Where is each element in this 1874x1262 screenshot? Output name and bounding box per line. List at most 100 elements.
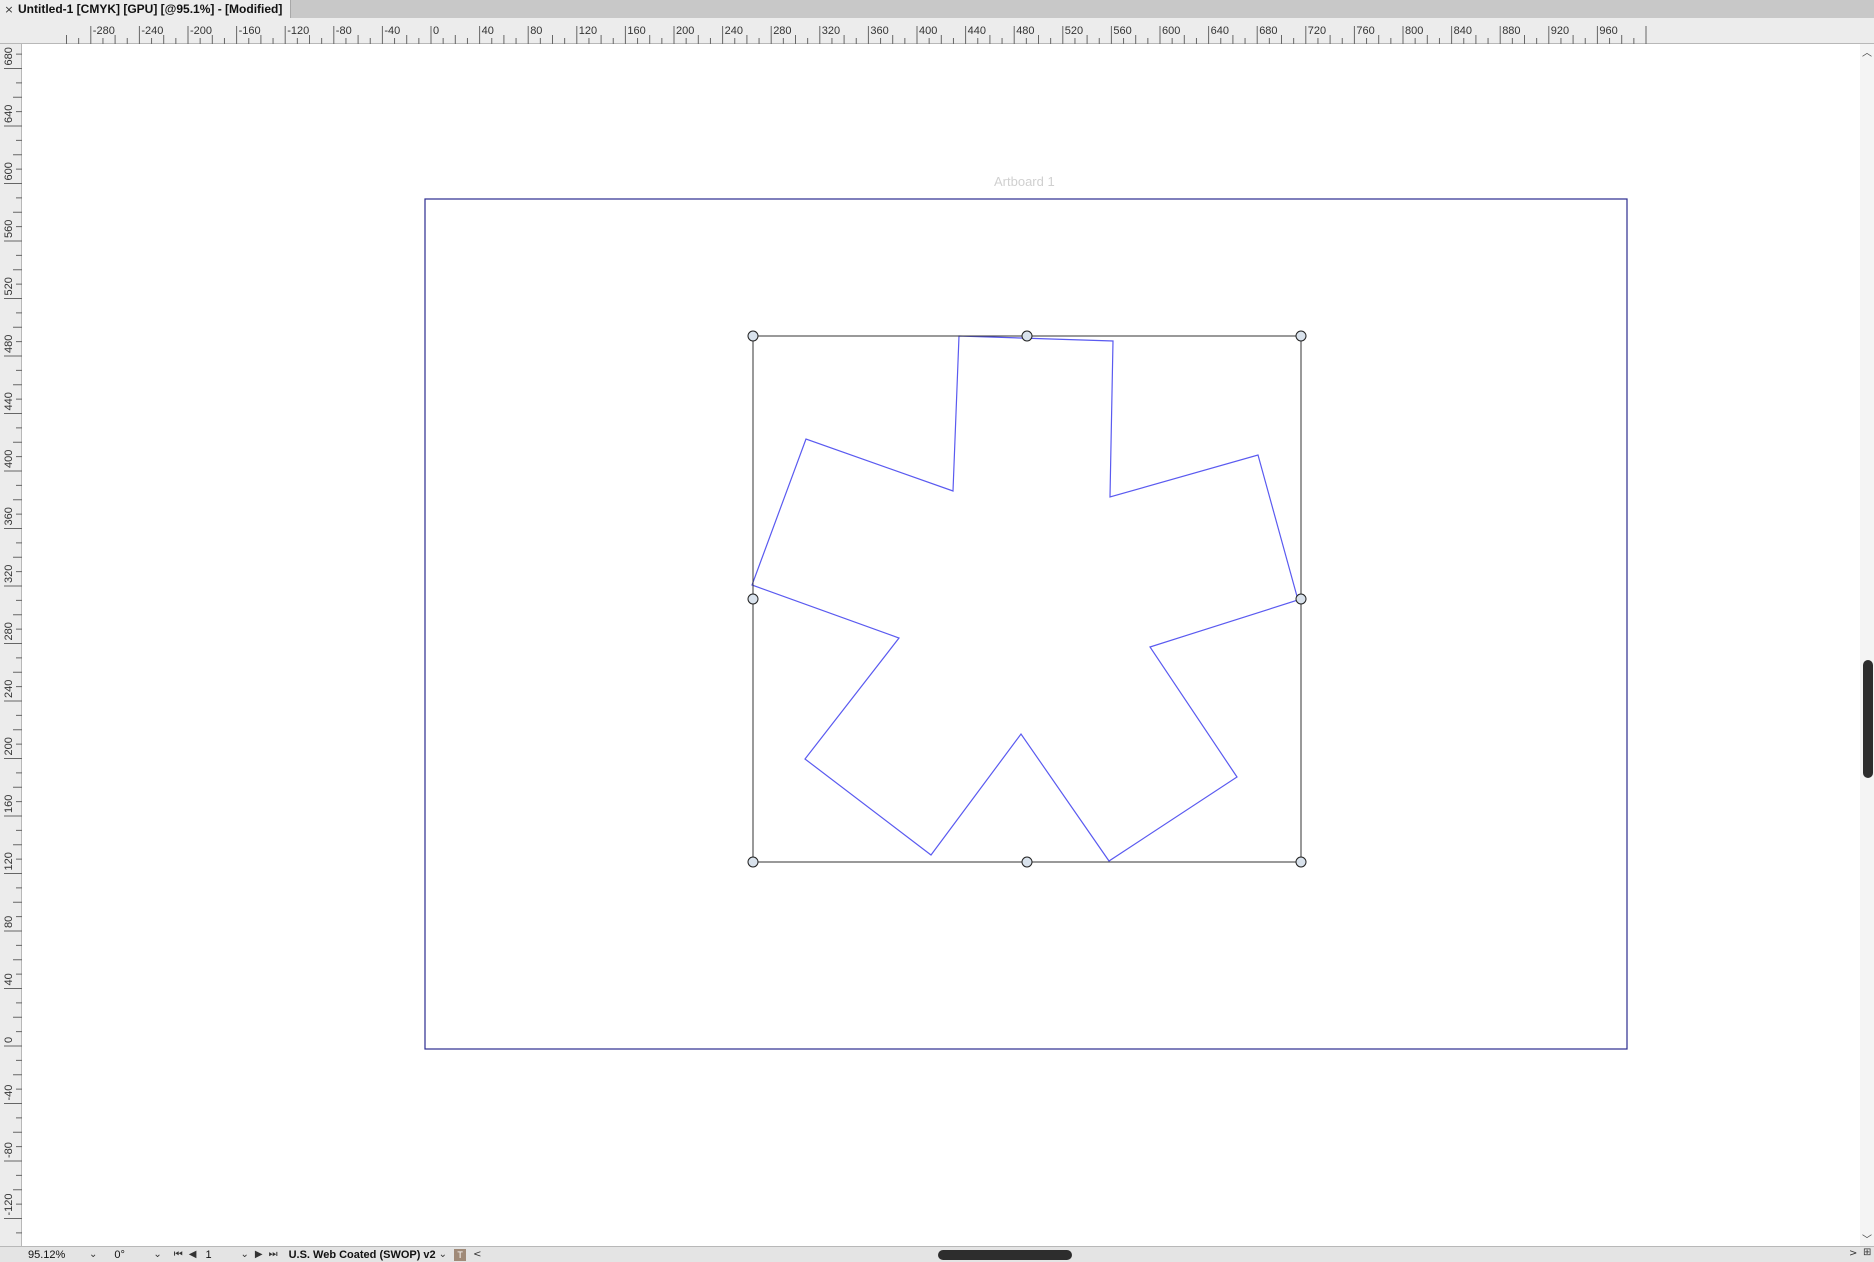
selection-bounding-box[interactable] xyxy=(752,335,1302,863)
ruler-label: 80 xyxy=(3,916,15,928)
ruler-label: 600 xyxy=(3,162,15,180)
ruler-label: 160 xyxy=(627,25,645,37)
handle-top-right[interactable] xyxy=(1295,330,1307,342)
ruler-label: 120 xyxy=(3,852,15,870)
handle-bottom-center[interactable] xyxy=(1021,856,1033,868)
color-profile[interactable]: U.S. Web Coated (SWOP) v2 xyxy=(289,1249,436,1261)
vertical-ruler-ticks: 6806406005605204804404003603202802402001… xyxy=(3,47,22,1234)
ruler-label: 680 xyxy=(1259,25,1277,37)
ruler-label: 360 xyxy=(3,507,15,525)
page-dropdown-icon[interactable]: ⌄ xyxy=(237,1249,251,1260)
ruler-label: 80 xyxy=(530,25,542,37)
canvas-svg xyxy=(424,198,1628,1050)
ruler-label: 160 xyxy=(3,795,15,813)
artboard-label: Artboard 1 xyxy=(994,174,1055,189)
ruler-label: 640 xyxy=(1211,25,1229,37)
ruler-label: 680 xyxy=(3,47,15,65)
document-tab[interactable]: × Untitled-1 [CMYK] [GPU] [@95.1%] - [Mo… xyxy=(0,0,292,18)
ruler-label: 320 xyxy=(822,25,840,37)
ruler-label: 200 xyxy=(3,737,15,755)
scroll-down-icon[interactable]: ﹀ xyxy=(1862,1231,1872,1246)
ruler-label: 640 xyxy=(3,105,15,123)
rotation-value: 0° xyxy=(114,1248,125,1261)
ruler-label: 720 xyxy=(1308,25,1326,37)
vertical-scroll-thumb[interactable] xyxy=(1863,660,1873,778)
artboard-frame[interactable] xyxy=(424,198,1628,1050)
profile-dropdown-icon[interactable]: ⌄ xyxy=(436,1249,450,1260)
scroll-right-icon[interactable]: > xyxy=(1846,1248,1860,1259)
ruler-label: -120 xyxy=(3,1193,15,1215)
ruler-label: 920 xyxy=(1551,25,1569,37)
ruler-label: 240 xyxy=(725,25,743,37)
ruler-label: 280 xyxy=(773,25,791,37)
ruler-label: 960 xyxy=(1599,25,1617,37)
ruler-label: 480 xyxy=(3,335,15,353)
navigator-corner-icon[interactable]: ⊞ xyxy=(1860,1247,1874,1258)
zoom-value: 95.12% xyxy=(28,1248,66,1261)
ruler-label: -40 xyxy=(3,1085,15,1101)
vertical-ruler[interactable]: 680 640 600 560 520 480 440 400 360 320 280 240 200 1… xyxy=(0,44,22,1246)
ruler-label: 40 xyxy=(3,973,15,985)
color-profile-label: U.S. Web Coated (SWOP) v2 xyxy=(288,1248,436,1261)
ruler-label: 360 xyxy=(870,25,888,37)
ruler-label: 0 xyxy=(3,1037,15,1043)
next-page-icon[interactable]: ▶ xyxy=(252,1249,266,1260)
ruler-label: 440 xyxy=(3,392,15,410)
ruler-label: 0 xyxy=(433,25,439,37)
ruler-label: -240 xyxy=(141,25,163,37)
ruler-label: 800 xyxy=(1405,25,1423,37)
ruler-label: 120 xyxy=(579,25,597,37)
ruler-label: -160 xyxy=(239,25,261,37)
document-title: Untitled-1 [CMYK] [GPU] [@95.1%] - [Modi… xyxy=(18,2,283,16)
scroll-left-icon[interactable]: < xyxy=(470,1249,484,1260)
ruler-label: 320 xyxy=(3,565,15,583)
zoom-dropdown-icon[interactable]: ⌄ xyxy=(86,1249,100,1260)
handle-top-left[interactable] xyxy=(747,330,759,342)
ruler-label: -80 xyxy=(336,25,352,37)
ruler-label: 40 xyxy=(482,25,494,37)
ruler-label: 600 xyxy=(1162,25,1180,37)
rotation-control[interactable]: 0° xyxy=(114,1249,150,1261)
profile-badge-icon[interactable]: T xyxy=(454,1248,467,1261)
zoom-control[interactable]: 95.12% xyxy=(28,1249,86,1261)
ruler-label: -80 xyxy=(3,1142,15,1158)
horizontal-ruler-ticks: -280 -240 -200 -160 -120 -80 -40 0 40 80 120 160 200… xyxy=(66,25,1647,44)
ruler-label: 760 xyxy=(1356,25,1374,37)
ruler-label: 400 xyxy=(919,25,937,37)
handle-middle-right[interactable] xyxy=(1295,593,1307,605)
ruler-label: -280 xyxy=(93,25,115,37)
ruler-label: 560 xyxy=(3,220,15,238)
horizontal-ruler[interactable]: -280 -240 -200 -160 -120 -80 -40 0 40 80 120 160 200… xyxy=(0,18,1874,44)
ruler-label: 880 xyxy=(1502,25,1520,37)
first-page-icon[interactable]: ⏮ xyxy=(171,1249,186,1260)
ruler-label: 200 xyxy=(676,25,694,37)
ruler-label: 520 xyxy=(1065,25,1083,37)
page-number[interactable]: 1 xyxy=(205,1249,237,1261)
ruler-label: -120 xyxy=(287,25,309,37)
status-bar: 95.12% ⌄ 0° ⌄ ⏮ ◀ 1 ⌄ ▶ ⏭ U.S. Web Coate… xyxy=(0,1246,1874,1262)
rotation-dropdown-icon[interactable]: ⌄ xyxy=(150,1249,164,1260)
ruler-label: 840 xyxy=(1454,25,1472,37)
handle-bottom-left[interactable] xyxy=(747,856,759,868)
horizontal-scroll-thumb[interactable] xyxy=(938,1250,1072,1260)
scroll-up-icon[interactable]: ︿ xyxy=(1862,44,1872,59)
ruler-label: 400 xyxy=(3,450,15,468)
close-tab-icon[interactable]: × xyxy=(0,3,18,16)
ruler-label: 520 xyxy=(3,277,15,295)
previous-page-icon[interactable]: ◀ xyxy=(186,1249,200,1260)
document-tab-bar: × Untitled-1 [CMYK] [GPU] [@95.1%] - [Mo… xyxy=(0,0,1874,18)
ruler-label: -200 xyxy=(190,25,212,37)
ruler-label: 240 xyxy=(3,680,15,698)
ruler-label: -40 xyxy=(384,25,400,37)
handle-top-center[interactable] xyxy=(1021,330,1033,342)
ruler-label: 440 xyxy=(968,25,986,37)
vertical-scrollbar[interactable]: ︿ ﹀ xyxy=(1860,44,1874,1246)
ruler-label: 560 xyxy=(1113,25,1131,37)
drawing-canvas[interactable]: Artboard 1 xyxy=(22,44,1860,1246)
star-shape[interactable] xyxy=(751,335,1299,862)
handle-middle-left[interactable] xyxy=(747,593,759,605)
handle-bottom-right[interactable] xyxy=(1295,856,1307,868)
ruler-label: 480 xyxy=(1016,25,1034,37)
last-page-icon[interactable]: ⏭ xyxy=(266,1249,281,1260)
ruler-label: 280 xyxy=(3,622,15,640)
